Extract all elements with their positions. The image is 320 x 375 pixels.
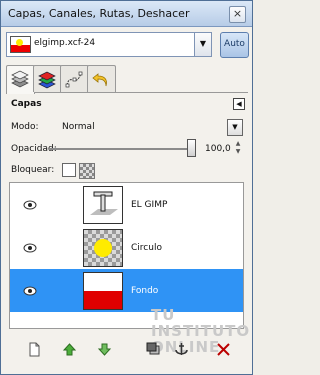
tab-paths[interactable] xyxy=(60,65,89,92)
opacity-spinner-icon[interactable]: ▲ ▼ xyxy=(234,140,242,156)
close-button[interactable]: × xyxy=(229,6,246,23)
opacity-slider-handle[interactable] xyxy=(187,139,196,157)
chevron-down-icon[interactable]: ▼ xyxy=(194,33,211,56)
undo-icon xyxy=(92,73,107,87)
window-title: Capas, Canales, Rutas, Deshacer xyxy=(8,7,190,20)
image-name: elgimp.xcf-24 xyxy=(34,38,96,48)
image-select[interactable]: elgimp.xcf-24 ▼ xyxy=(6,32,212,57)
new-layer-icon[interactable] xyxy=(26,341,43,358)
tab-channels[interactable] xyxy=(33,65,62,92)
channels-icon xyxy=(38,71,56,89)
auto-button[interactable]: Auto xyxy=(220,32,249,58)
circle-layer-thumbnail xyxy=(83,229,123,267)
panel-title: Capas xyxy=(11,99,42,109)
lock-pixels-checkbox[interactable] xyxy=(62,163,76,177)
background-layer-thumbnail xyxy=(83,272,123,310)
layers-dialog-window: Capas, Canales, Rutas, Deshacer × elgimp… xyxy=(0,0,253,375)
paths-icon xyxy=(65,71,83,88)
layer-toolbar xyxy=(9,341,244,359)
mode-label: Modo: xyxy=(11,122,39,132)
anchor-layer-icon[interactable] xyxy=(173,341,190,358)
image-selector-row: elgimp.xcf-24 ▼ Auto xyxy=(6,32,249,58)
lock-label: Bloquear: xyxy=(11,165,55,175)
eye-icon[interactable] xyxy=(23,200,37,210)
delete-layer-icon[interactable] xyxy=(215,341,232,358)
duplicate-layer-icon[interactable] xyxy=(145,341,162,358)
dock-tabs xyxy=(6,65,248,94)
eye-icon[interactable] xyxy=(23,286,37,296)
layers-list: EL GIMP Circulo Fondo xyxy=(9,182,244,329)
eye-icon[interactable] xyxy=(23,243,37,253)
window-titlebar[interactable]: Capas, Canales, Rutas, Deshacer × xyxy=(1,1,252,27)
layer-name: Circulo xyxy=(131,243,162,253)
opacity-value[interactable]: 100,0 xyxy=(205,144,231,154)
lower-layer-icon[interactable] xyxy=(96,341,113,358)
mode-select[interactable]: Normal xyxy=(62,122,95,132)
panel-menu-icon[interactable]: ◀ xyxy=(233,98,245,110)
lock-alpha-icon[interactable] xyxy=(79,163,95,179)
text-layer-thumbnail xyxy=(83,186,123,224)
layer-row-fondo[interactable]: Fondo xyxy=(10,269,243,312)
layers-icon xyxy=(11,70,29,88)
tab-undo[interactable] xyxy=(87,65,116,92)
tab-layers[interactable] xyxy=(6,65,35,94)
layer-name: Fondo xyxy=(131,286,159,296)
layer-row-el-gimp[interactable]: EL GIMP xyxy=(10,183,243,226)
opacity-slider-track[interactable] xyxy=(49,148,188,150)
layer-row-circulo[interactable]: Circulo xyxy=(10,226,243,269)
layer-name: EL GIMP xyxy=(131,200,168,210)
raise-layer-icon[interactable] xyxy=(61,341,78,358)
text-tool-icon xyxy=(90,191,118,215)
image-thumbnail xyxy=(10,36,31,53)
yellow-circle-icon xyxy=(94,239,112,257)
chevron-down-icon[interactable]: ▼ xyxy=(227,119,243,136)
